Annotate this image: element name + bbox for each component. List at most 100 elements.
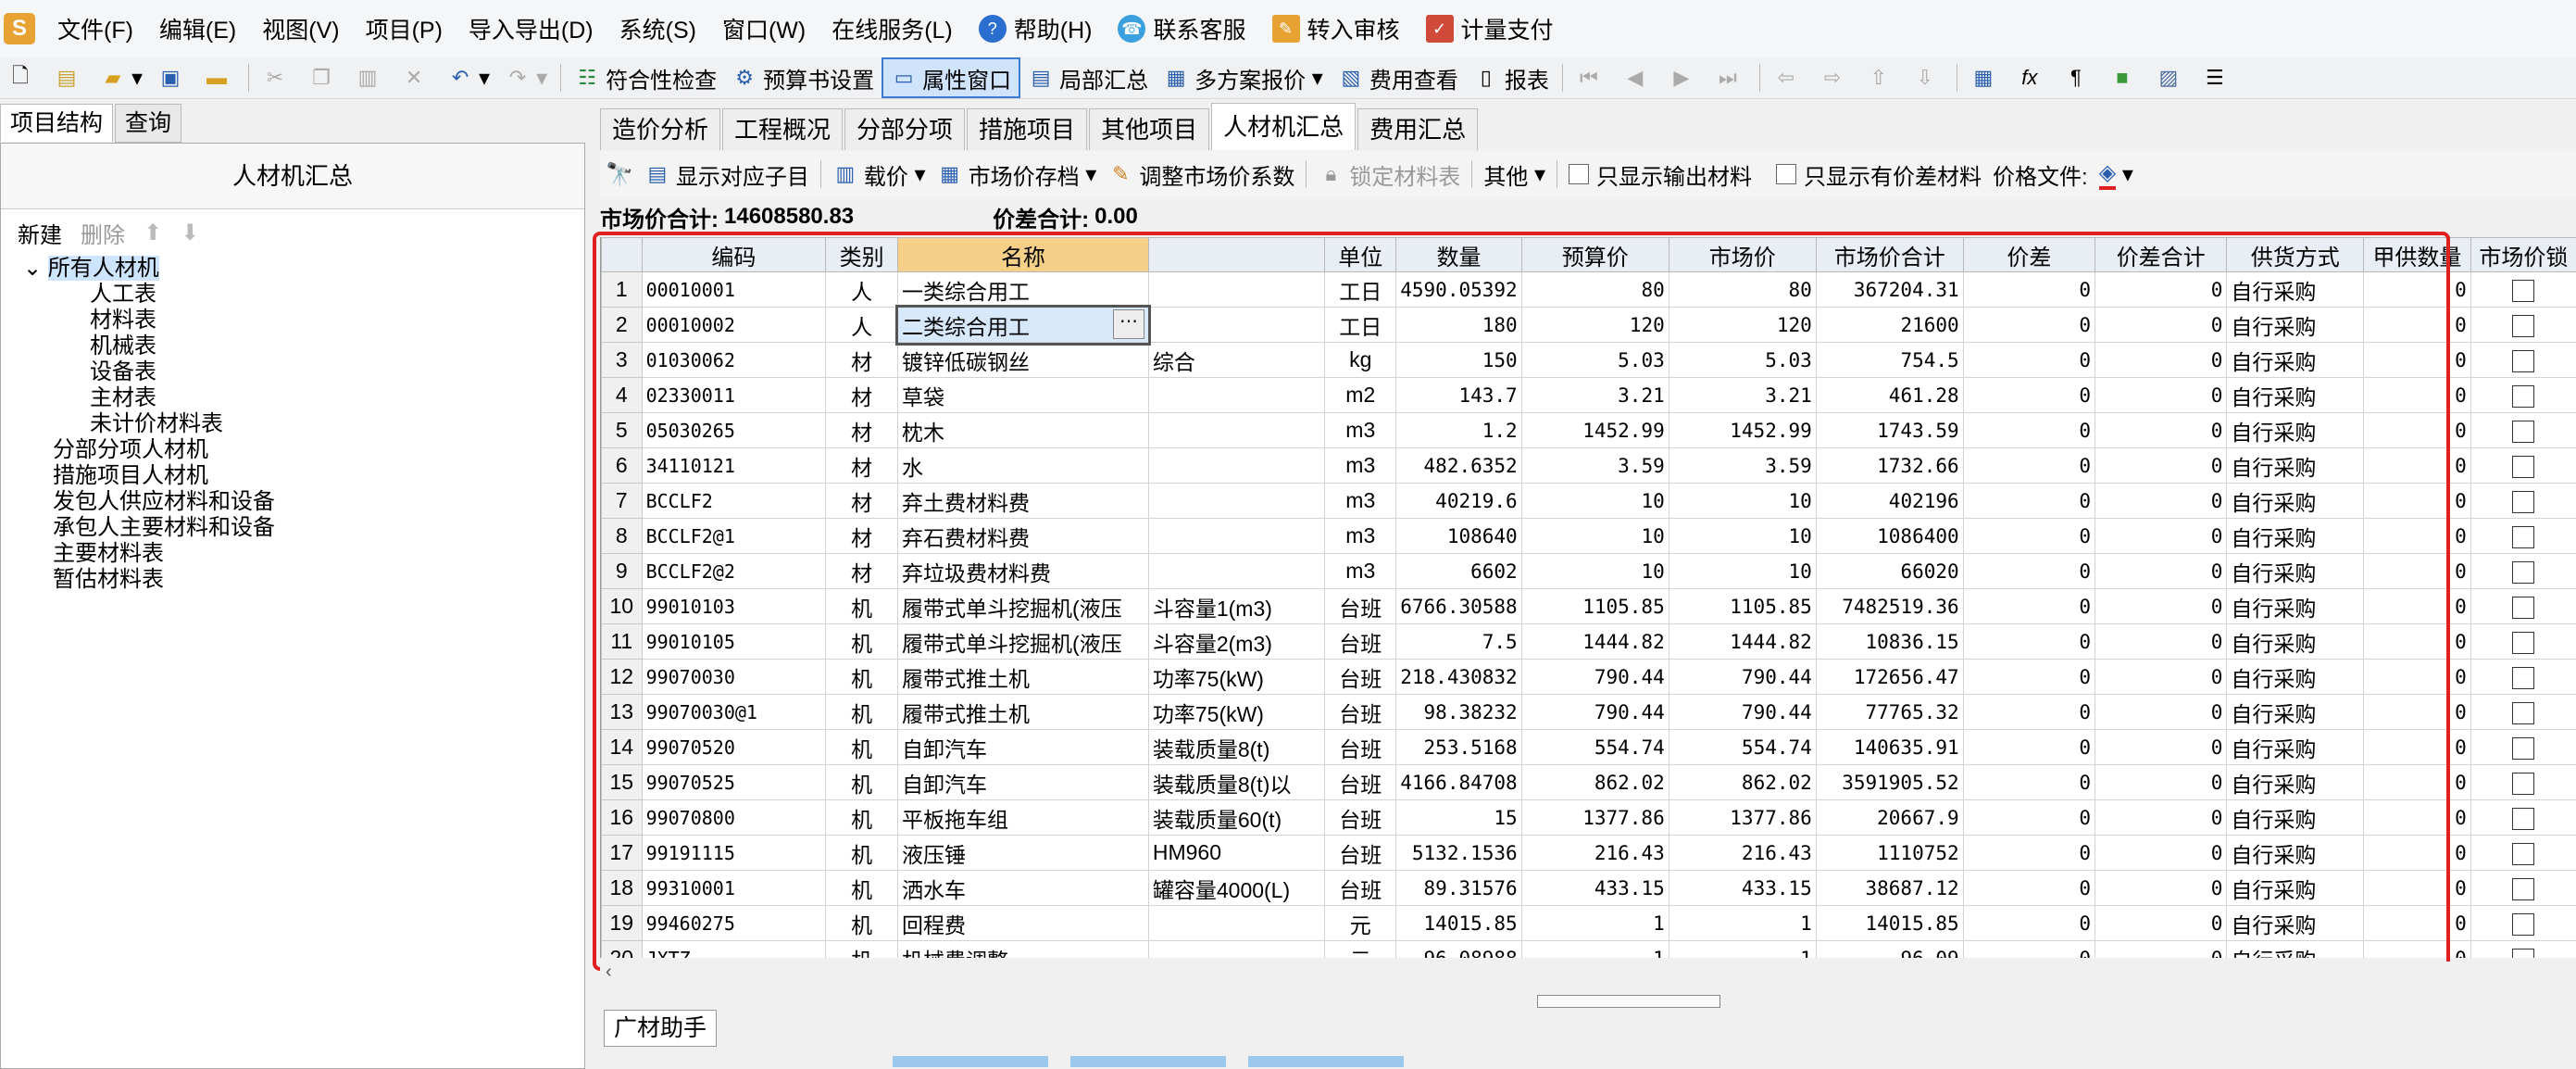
property-window-button[interactable]: ▭属性窗口 [882, 57, 1020, 98]
redo-button[interactable]: ↷▾ [497, 59, 555, 96]
table-row[interactable]: 20JXTZ机机械费调整元96.089881196.0900自行采购0 [602, 941, 2576, 959]
market-total-cell[interactable]: 7482519.36 [1816, 589, 1963, 624]
price-lock-cell[interactable] [2470, 448, 2576, 484]
table-row[interactable]: 1199010105机履带式单斗挖掘机(液压斗容量2(m3)台班7.51444.… [602, 624, 2576, 660]
category-cell[interactable]: 机 [826, 660, 898, 695]
price-file-dropdown[interactable]: ◈ ▾ [2094, 154, 2139, 195]
name-cell[interactable]: 自卸汽车 [898, 730, 1149, 765]
market-price-cell[interactable]: 3.59 [1669, 448, 1816, 484]
diff-total-cell[interactable]: 0 [2095, 624, 2227, 660]
report-button[interactable]: ▯报表 [1466, 59, 1557, 96]
menu-file[interactable]: 文件(F) [44, 0, 146, 57]
quantity-cell[interactable]: 4166.84708 [1396, 765, 1521, 800]
price-diff-cell[interactable]: 0 [1963, 695, 2095, 730]
name-cell[interactable]: 草袋 [898, 378, 1149, 413]
price-diff-cell[interactable]: 0 [1963, 343, 2095, 378]
name-cell[interactable]: 履带式单斗挖掘机(液压 [898, 589, 1149, 624]
price-lock-checkbox[interactable] [2512, 561, 2534, 584]
budget-price-cell[interactable]: 3.59 [1521, 448, 1669, 484]
col-market-total[interactable]: 市场价合计 [1816, 238, 1963, 272]
supply-cell[interactable]: 自行采购 [2227, 906, 2364, 941]
budget-settings-button[interactable]: ⚙预算书设置 [724, 59, 882, 96]
diff-total-cell[interactable]: 0 [2095, 660, 2227, 695]
last-button[interactable]: ⏭ [1707, 59, 1754, 96]
market-price-cell[interactable]: 10 [1669, 554, 1816, 589]
code-cell[interactable]: 99070030@1 [642, 695, 826, 730]
unit-cell[interactable]: 元 [1325, 906, 1396, 941]
cube-button[interactable]: ■ [2102, 59, 2148, 96]
owner-qty-cell[interactable]: 0 [2364, 378, 2471, 413]
price-lock-checkbox[interactable] [2512, 456, 2534, 478]
table-row[interactable]: 1399070030@1机履带式推土机功率75(kW)台班98.38232790… [602, 695, 2576, 730]
diff-total-cell[interactable]: 0 [2095, 378, 2227, 413]
price-lock-checkbox[interactable] [2512, 843, 2534, 865]
menu-help[interactable]: ? 帮助(H) [966, 0, 1106, 57]
supply-cell[interactable]: 自行采购 [2227, 554, 2364, 589]
diff-total-cell[interactable]: 0 [2095, 589, 2227, 624]
price-diff-cell[interactable]: 0 [1963, 624, 2095, 660]
quantity-cell[interactable]: 7.5 [1396, 624, 1521, 660]
price-diff-cell[interactable]: 0 [1963, 413, 2095, 448]
code-cell[interactable]: BCCLF2 [642, 484, 826, 519]
owner-qty-cell[interactable]: 0 [2364, 519, 2471, 554]
category-cell[interactable]: 材 [826, 343, 898, 378]
spec-cell[interactable] [1148, 272, 1324, 308]
market-total-cell[interactable]: 1110752 [1816, 836, 1963, 871]
code-cell[interactable]: BCCLF2@1 [642, 519, 826, 554]
tree-item-material[interactable]: 材料表 [23, 308, 584, 333]
up-arrow-icon[interactable]: ⬆ [144, 220, 162, 246]
code-cell[interactable]: 99191115 [642, 836, 826, 871]
code-cell[interactable]: 99460275 [642, 906, 826, 941]
supply-cell[interactable]: 自行采购 [2227, 730, 2364, 765]
table-row[interactable]: 402330011材草袋m2143.73.213.21461.2800自行采购0 [602, 378, 2576, 413]
spec-cell[interactable]: 罐容量4000(L) [1148, 871, 1324, 906]
market-price-cell[interactable]: 1452.99 [1669, 413, 1816, 448]
supply-cell[interactable]: 自行采购 [2227, 308, 2364, 343]
budget-price-cell[interactable]: 1444.82 [1521, 624, 1669, 660]
col-quantity[interactable]: 数量 [1396, 238, 1521, 272]
spec-cell[interactable]: 装载质量8(t) [1148, 730, 1324, 765]
unit-cell[interactable]: 台班 [1325, 624, 1396, 660]
tree-item-contractor-main[interactable]: 承包人主要材料和设备 [23, 515, 584, 541]
menu-online[interactable]: 在线服务(L) [819, 0, 966, 57]
diff-total-cell[interactable]: 0 [2095, 941, 2227, 959]
supply-cell[interactable]: 自行采购 [2227, 624, 2364, 660]
price-lock-cell[interactable] [2470, 765, 2576, 800]
market-total-cell[interactable]: 96.09 [1816, 941, 1963, 959]
price-lock-checkbox[interactable] [2512, 808, 2534, 830]
market-price-cell[interactable]: 433.15 [1669, 871, 1816, 906]
market-total-cell[interactable]: 14015.85 [1816, 906, 1963, 941]
code-cell[interactable]: BCCLF2@2 [642, 554, 826, 589]
price-lock-checkbox[interactable] [2512, 949, 2534, 958]
price-diff-cell[interactable]: 0 [1963, 519, 2095, 554]
table-row[interactable]: 1699070800机平板拖车组装载质量60(t)台班151377.861377… [602, 800, 2576, 836]
owner-qty-cell[interactable]: 0 [2364, 730, 2471, 765]
unit-cell[interactable]: 工日 [1325, 272, 1396, 308]
bottom-button-1[interactable] [893, 1056, 1048, 1067]
name-cell[interactable]: 履带式单斗挖掘机(液压 [898, 624, 1149, 660]
diff-total-cell[interactable]: 0 [2095, 695, 2227, 730]
col-code[interactable]: 编码 [642, 238, 826, 272]
unit-cell[interactable]: kg [1325, 343, 1396, 378]
unit-cell[interactable]: m3 [1325, 448, 1396, 484]
diff-total-cell[interactable]: 0 [2095, 765, 2227, 800]
only-output-checkbox[interactable]: 只显示输出材料 [1563, 154, 1757, 195]
unit-cell[interactable]: 工日 [1325, 308, 1396, 343]
table-row[interactable]: 7BCCLF2材弃土费材料费m340219.6101040219600自行采购0 [602, 484, 2576, 519]
market-total-cell[interactable]: 10836.15 [1816, 624, 1963, 660]
name-cell[interactable]: 弃土费材料费 [898, 484, 1149, 519]
diff-total-cell[interactable]: 0 [2095, 272, 2227, 308]
name-cell[interactable]: 弃垃圾费材料费 [898, 554, 1149, 589]
save-button[interactable]: ▣ [150, 59, 196, 96]
scroll-left-icon[interactable]: ‹ [606, 962, 612, 983]
market-total-cell[interactable]: 3591905.52 [1816, 765, 1963, 800]
price-lock-cell[interactable] [2470, 308, 2576, 343]
calculator-button[interactable]: ▦ [1963, 59, 2009, 96]
diff-total-cell[interactable]: 0 [2095, 343, 2227, 378]
price-lock-cell[interactable] [2470, 624, 2576, 660]
price-lock-cell[interactable] [2470, 519, 2576, 554]
tab-other-items[interactable]: 其他项目 [1089, 108, 1209, 150]
market-total-cell[interactable]: 402196 [1816, 484, 1963, 519]
diff-total-cell[interactable]: 0 [2095, 871, 2227, 906]
menu-system[interactable]: 系统(S) [606, 0, 709, 57]
